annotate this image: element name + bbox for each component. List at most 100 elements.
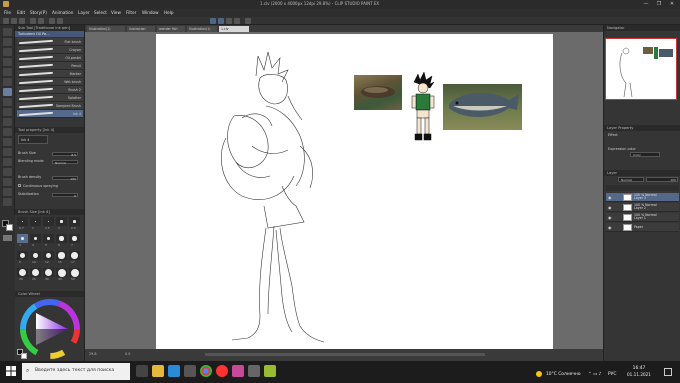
redo-icon[interactable] bbox=[38, 18, 44, 24]
color-wheel[interactable] bbox=[20, 299, 80, 359]
auto-select-tool-icon[interactable] bbox=[3, 68, 12, 76]
weather-icon[interactable] bbox=[536, 371, 542, 377]
open-file-icon[interactable] bbox=[11, 18, 17, 24]
brush-size-option[interactable]: 6 bbox=[56, 234, 67, 247]
brush-size-option[interactable]: 30 bbox=[43, 268, 54, 281]
sub-color-chip[interactable] bbox=[6, 224, 13, 231]
zoom-readout[interactable]: 29.8 bbox=[89, 352, 97, 356]
brush-size-slider[interactable]: 8.5 bbox=[52, 152, 78, 157]
snap-perspective-icon[interactable] bbox=[234, 18, 240, 24]
brush-size-option[interactable]: 40 bbox=[56, 268, 67, 281]
blending-select[interactable]: Normal bbox=[52, 160, 78, 165]
settings-icon[interactable] bbox=[245, 18, 251, 24]
brush-item-2[interactable]: Crayon bbox=[17, 46, 83, 54]
brush-size-option[interactable]: 20 bbox=[17, 268, 28, 281]
task-view-icon[interactable] bbox=[136, 365, 148, 377]
brush-size-option[interactable]: 4 bbox=[30, 234, 41, 247]
edge-icon[interactable] bbox=[168, 365, 180, 377]
visibility-eye-icon[interactable]: ◉ bbox=[608, 225, 612, 230]
layer-row-3[interactable]: ◉ 100 % Normal Layer 3 bbox=[606, 193, 679, 202]
menu-select[interactable]: Select bbox=[94, 10, 107, 15]
menu-file[interactable]: File bbox=[4, 10, 11, 15]
fill-tool-icon[interactable] bbox=[3, 158, 12, 166]
continuous-checkbox[interactable] bbox=[18, 184, 21, 187]
eraser-tool-icon[interactable] bbox=[3, 138, 12, 146]
undo-icon[interactable] bbox=[30, 18, 36, 24]
navigator-preview[interactable] bbox=[605, 38, 677, 100]
brush-size-option[interactable]: 7 bbox=[69, 234, 80, 247]
new-file-icon[interactable] bbox=[3, 18, 9, 24]
menu-window[interactable]: Window bbox=[142, 10, 159, 15]
brush-size-option[interactable]: 10 bbox=[30, 251, 41, 264]
brush-size-option[interactable]: 3 bbox=[17, 234, 28, 247]
doc-tab-4[interactable]: Illustration(1) bbox=[187, 26, 217, 32]
brush-size-option[interactable]: 15 bbox=[56, 251, 67, 264]
clipstudio-paint-icon[interactable] bbox=[248, 365, 260, 377]
brush-size-option[interactable]: 0.7 bbox=[17, 217, 28, 230]
zoom-tool-icon[interactable] bbox=[3, 28, 12, 36]
blend-tool-icon[interactable] bbox=[3, 148, 12, 156]
opacity-slider[interactable]: 100 bbox=[646, 177, 678, 182]
character-reference[interactable] bbox=[406, 72, 440, 144]
balloon-tool-icon[interactable] bbox=[3, 198, 12, 206]
weather-text[interactable]: 10°C Солнечно bbox=[546, 372, 581, 377]
brush-item-10[interactable]: Ink 4 bbox=[17, 110, 83, 118]
brush-item-6[interactable]: Wet brush bbox=[17, 78, 83, 86]
save-icon[interactable] bbox=[19, 18, 25, 24]
doc-tab-5[interactable]: 1.clv bbox=[219, 26, 249, 32]
brush-tool-icon[interactable] bbox=[3, 108, 12, 116]
brush-size-option[interactable]: 2.5 bbox=[69, 217, 80, 230]
layer-row-2[interactable]: ◉ 100 % Normal Layer 2 bbox=[606, 203, 679, 212]
reference-photo-fish-2[interactable] bbox=[443, 84, 522, 130]
brush-size-option[interactable]: 1.5 bbox=[43, 217, 54, 230]
snap-shape-icon[interactable] bbox=[226, 18, 232, 24]
decoration-tool-icon[interactable] bbox=[3, 128, 12, 136]
menu-filter[interactable]: Filter bbox=[126, 10, 136, 15]
gradient-tool-icon[interactable] bbox=[3, 168, 12, 176]
yandex-icon[interactable] bbox=[216, 365, 228, 377]
tray-icons[interactable]: ⌃ ▭ ♪ bbox=[588, 372, 601, 377]
doc-tab-2[interactable]: ilustracion bbox=[127, 26, 155, 32]
transform-icon[interactable] bbox=[57, 18, 63, 24]
menu-help[interactable]: Help bbox=[164, 10, 174, 15]
menu-story[interactable]: Story(P) bbox=[30, 10, 47, 15]
brush-item-8[interactable]: Splatter bbox=[17, 94, 83, 102]
pen-tool-icon[interactable] bbox=[3, 88, 12, 96]
transparent-color-chip[interactable] bbox=[3, 235, 12, 241]
blend-mode-select[interactable]: Normal bbox=[618, 177, 644, 182]
menu-layer[interactable]: Layer bbox=[78, 10, 90, 15]
horizontal-scrollbar[interactable] bbox=[205, 353, 485, 356]
maximize-button[interactable]: ❐ bbox=[653, 1, 665, 8]
expression-select[interactable]: Color bbox=[630, 152, 660, 157]
clipstudio-icon[interactable] bbox=[232, 365, 244, 377]
clear-icon[interactable] bbox=[49, 18, 55, 24]
brush-item-9[interactable]: Sampled Brush bbox=[17, 102, 83, 110]
brush-size-option[interactable]: 50 bbox=[69, 268, 80, 281]
brush-item-4[interactable]: Pencil bbox=[17, 62, 83, 70]
chrome-icon[interactable] bbox=[200, 365, 212, 377]
brush-size-option[interactable]: 8 bbox=[17, 251, 28, 264]
explorer-icon[interactable] bbox=[152, 365, 164, 377]
sub-color-swatch[interactable] bbox=[21, 353, 27, 359]
operation-tool-icon[interactable] bbox=[3, 48, 12, 56]
notification-icon[interactable] bbox=[664, 368, 672, 376]
brush-size-option[interactable]: 1 bbox=[30, 217, 41, 230]
store-icon[interactable] bbox=[184, 365, 196, 377]
layer-row-paper[interactable]: ◉ Paper bbox=[606, 223, 679, 232]
visibility-eye-icon[interactable]: ◉ bbox=[608, 195, 612, 200]
brush-item-3[interactable]: Oil-pastel bbox=[17, 54, 83, 62]
doc-tab-1[interactable]: Illustration(1) bbox=[87, 26, 125, 32]
snap-ruler-icon[interactable] bbox=[210, 18, 216, 24]
visibility-eye-icon[interactable]: ◉ bbox=[608, 215, 612, 220]
language-indicator[interactable]: РУС bbox=[608, 372, 616, 377]
doc-tab-3[interactable]: wonder fish bbox=[157, 26, 185, 32]
eyedropper-tool-icon[interactable] bbox=[3, 78, 12, 86]
drawing-paper[interactable] bbox=[156, 34, 553, 351]
brush-size-option[interactable]: 5 bbox=[43, 234, 54, 247]
clock[interactable]: 16:47 01.11.2021 bbox=[624, 366, 654, 380]
layer-row-1[interactable]: ◉ 100 % Normal Layer 1 bbox=[606, 213, 679, 222]
visibility-eye-icon[interactable]: ◉ bbox=[608, 205, 612, 210]
messenger-icon[interactable] bbox=[264, 365, 276, 377]
brush-size-option[interactable]: 12 bbox=[43, 251, 54, 264]
text-tool-icon[interactable] bbox=[3, 188, 12, 196]
